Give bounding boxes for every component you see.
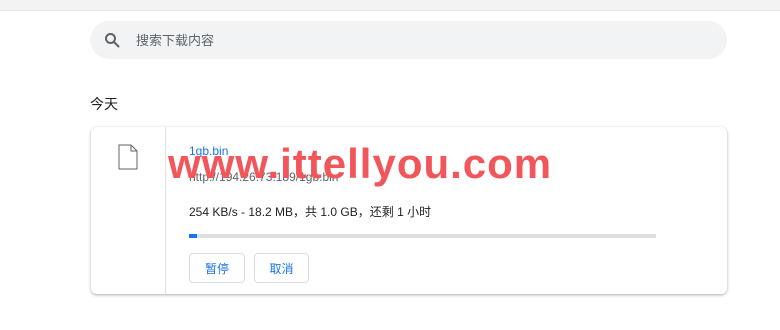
top-bar (0, 0, 780, 11)
date-section-title: 今天 (90, 96, 118, 112)
pause-button[interactable]: 暂停 (189, 253, 245, 283)
progress-bar-fill (189, 234, 198, 238)
search-input[interactable] (134, 31, 698, 49)
progress-bar (189, 234, 656, 238)
file-icon (118, 144, 138, 170)
watermark-text: www.ittellyou.com (168, 140, 553, 187)
card-divider (165, 127, 166, 294)
cancel-button[interactable]: 取消 (254, 253, 309, 283)
downloads-page: 今天 1gb.bin http://194.26.73.189/1gb.bin … (0, 0, 780, 330)
search-icon[interactable] (104, 32, 120, 48)
search-box[interactable] (90, 21, 727, 59)
progress-status-text: 254 KB/s - 18.2 MB，共 1.0 GB，还剩 1 小时 (189, 205, 432, 219)
